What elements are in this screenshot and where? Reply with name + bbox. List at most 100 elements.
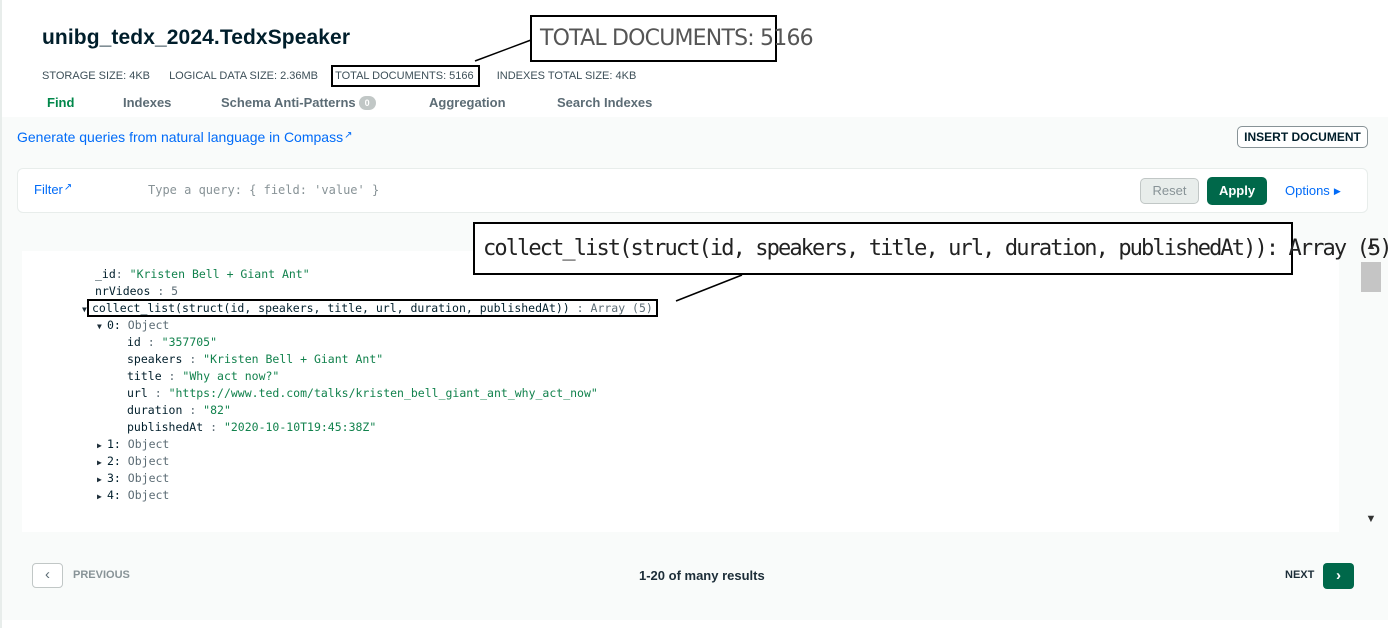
filter-link[interactable]: Filter↗ (34, 182, 72, 197)
item-type: Object (127, 471, 170, 485)
tab-search-indexes[interactable]: Search Indexes (557, 95, 652, 110)
reset-button[interactable]: Reset (1140, 178, 1199, 204)
field-key: duration (127, 403, 183, 417)
item-field-duration: duration : "82" (127, 402, 231, 419)
array-item-2[interactable]: ▶ 2: Object (97, 453, 169, 471)
storage-size-stat: STORAGE SIZE: 4KB (42, 70, 150, 82)
caret-right-icon[interactable]: ▶ (97, 437, 107, 454)
tab-find[interactable]: Find (47, 95, 74, 110)
field-separator: : (182, 403, 204, 417)
tab-label: Aggregation (429, 95, 506, 110)
field-separator: : (115, 267, 130, 281)
item-index: 0: (107, 318, 121, 332)
field-value: "357705" (161, 335, 218, 349)
tab-label: Schema Anti-Patterns (221, 95, 356, 110)
link-label: Generate queries from natural language i… (17, 129, 344, 145)
item-field-id: id : "357705" (127, 334, 217, 351)
apply-button[interactable]: Apply (1207, 177, 1267, 205)
field-value: 5 (171, 284, 179, 298)
callout-connector-line (474, 39, 532, 62)
tab-indexes[interactable]: Indexes (123, 95, 171, 110)
field-key: _id (95, 267, 116, 281)
caret-right-icon: ▶ (1333, 186, 1341, 196)
item-field-title: title : "Why act now?" (127, 368, 279, 385)
tab-aggregation[interactable]: Aggregation (429, 95, 506, 110)
field-value: "Kristen Bell + Giant Ant" (129, 267, 310, 281)
field-value: "Kristen Bell + Giant Ant" (203, 352, 384, 366)
array-item-1[interactable]: ▶ 1: Object (97, 436, 169, 454)
tab-label: Find (47, 95, 75, 110)
tab-label: Search Indexes (557, 95, 653, 110)
field-key: speakers (127, 352, 183, 366)
item-type: Object (127, 437, 170, 451)
field-value: "82" (203, 403, 231, 417)
external-link-icon: ↗ (344, 130, 353, 141)
scrollbar-thumb[interactable] (1361, 262, 1381, 292)
array-item-3[interactable]: ▶ 3: Object (97, 470, 169, 488)
field-separator: : (147, 386, 169, 400)
item-index: 4: (107, 488, 121, 502)
field-separator: : (203, 420, 224, 434)
field-separator: : (569, 301, 591, 315)
item-index: 3: (107, 471, 121, 485)
external-link-icon: ↗ (63, 182, 73, 193)
item-index: 1: (107, 437, 121, 451)
compass-collection-view: unibg_tedx_2024.TedxSpeaker STORAGE SIZE… (0, 0, 1390, 628)
caret-down-icon[interactable]: ▼ (97, 318, 107, 335)
results-count: 1-20 of many results (639, 568, 765, 583)
field-separator: : (182, 352, 204, 366)
collection-title: unibg_tedx_2024.TedxSpeaker (42, 26, 351, 49)
collection-stats: STORAGE SIZE: 4KB LOGICAL DATA SIZE: 2.3… (42, 65, 652, 87)
field-value: "2020-10-10T19:45:38Z" (223, 420, 377, 434)
options-toggle[interactable]: Options ▶ (1285, 183, 1341, 198)
total-documents-stat: TOTAL DOCUMENTS: 5166 (331, 65, 480, 87)
scroll-down-arrow-icon[interactable]: ▼ (1364, 513, 1378, 525)
item-field-url: url : "https://www.ted.com/talks/kristen… (127, 385, 598, 402)
field-key: url (127, 386, 148, 400)
document-field-id: _id: "Kristen Bell + Giant Ant" (95, 266, 310, 283)
options-label: Options (1285, 183, 1330, 198)
logical-data-size-stat: LOGICAL DATA SIZE: 2.36MB (169, 70, 319, 82)
array-item-4[interactable]: ▶ 4: Object (97, 487, 169, 505)
field-separator: : (150, 284, 172, 298)
chevron-right-icon: › (1336, 567, 1341, 584)
item-field-speakers: speakers : "Kristen Bell + Giant Ant" (127, 351, 383, 368)
next-label: NEXT (1285, 569, 1315, 581)
caret-right-icon[interactable]: ▶ (97, 488, 107, 505)
array-field-callout: collect_list(struct(id, speakers, title,… (473, 222, 1390, 275)
document-field-array: ▼ collect_list(struct(id, speakers, title… (82, 299, 658, 318)
field-key: nrVideos (95, 284, 151, 298)
field-key: title (127, 369, 162, 383)
item-field-publishedat: publishedAt : "2020-10-10T19:45:38Z" (127, 419, 376, 436)
total-documents-callout: TOTAL DOCUMENTS: 5166 (530, 15, 814, 62)
previous-page-button[interactable]: ‹ (32, 563, 63, 588)
item-type: Object (127, 488, 170, 502)
field-key: publishedAt (127, 420, 204, 434)
field-value: "https://www.ted.com/talks/kristen_bell_… (168, 386, 598, 400)
filter-label: Filter (34, 182, 63, 197)
natural-language-query-link[interactable]: Generate queries from natural language i… (17, 129, 352, 145)
field-value: "Why act now?" (182, 369, 280, 383)
chevron-left-icon: ‹ (45, 566, 50, 583)
next-page-button[interactable]: › (1323, 563, 1354, 589)
array-field-highlight: collect_list(struct(id, speakers, title,… (87, 299, 658, 317)
item-index: 2: (107, 454, 121, 468)
field-key: collect_list(struct(id, speakers, title,… (92, 301, 570, 315)
tab-label: Indexes (123, 95, 172, 110)
caret-right-icon[interactable]: ▶ (97, 471, 107, 488)
query-input[interactable] (148, 180, 1048, 200)
array-item-0[interactable]: ▼ 0: Object (97, 317, 169, 335)
count-badge: 0 (358, 96, 376, 110)
field-separator: : (140, 335, 162, 349)
field-key: id (127, 335, 141, 349)
previous-label: PREVIOUS (73, 569, 130, 581)
indexes-total-size-stat: INDEXES TOTAL SIZE: 4KB (496, 70, 637, 82)
document-field-nrvideos: nrVideos : 5 (95, 283, 178, 300)
item-type: Object (127, 454, 170, 468)
tab-schema-anti-patterns[interactable]: Schema Anti-Patterns 0 (221, 95, 376, 110)
caret-right-icon[interactable]: ▶ (97, 454, 107, 471)
field-type: Array (5) (590, 301, 653, 315)
insert-document-button[interactable]: INSERT DOCUMENT (1237, 126, 1368, 148)
item-type: Object (127, 318, 170, 332)
field-separator: : (161, 369, 183, 383)
